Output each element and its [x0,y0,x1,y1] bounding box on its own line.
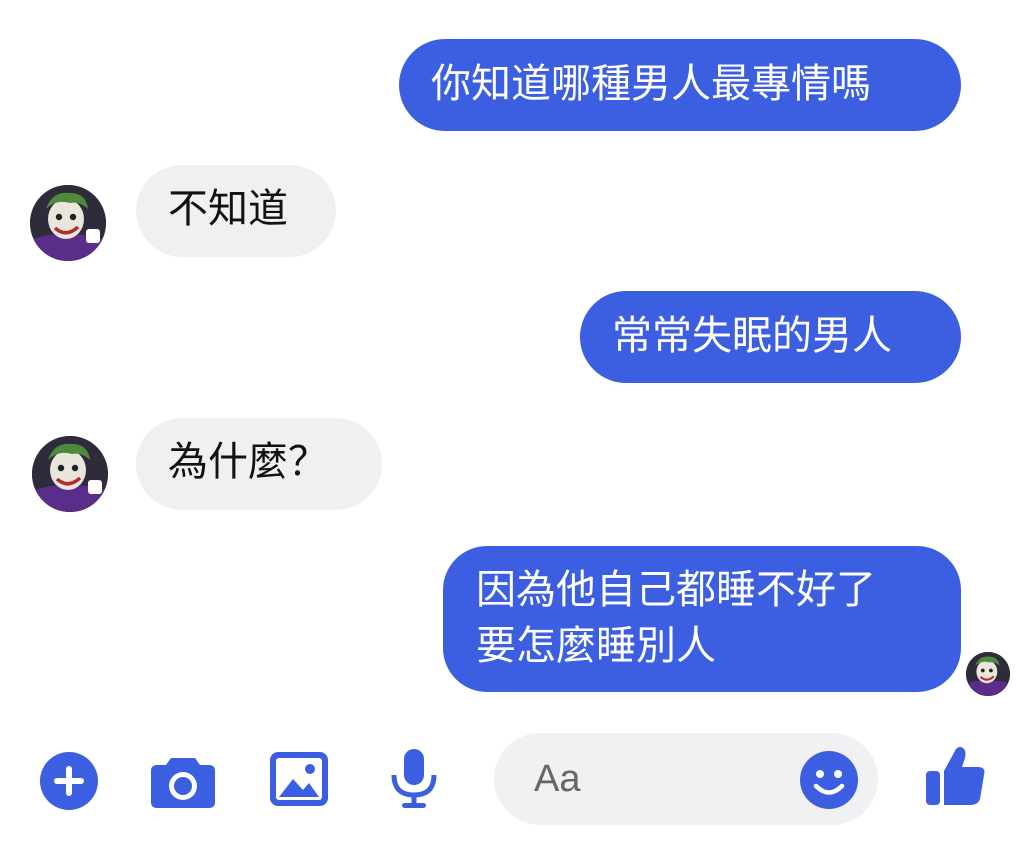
message-text-line: 因為他自己都睡不好了 [476,567,876,613]
joker-avatar-icon[interactable] [30,185,106,261]
incoming-message-bubble[interactable]: 不知道 [136,165,336,257]
incoming-message-bubble[interactable]: 為什麼？ [136,418,382,510]
message-text: 為什麼？ [168,439,328,485]
camera-icon[interactable] [151,754,215,808]
smiley-icon[interactable] [800,751,858,809]
outgoing-message-bubble[interactable]: 常常失眠的男人 [580,291,961,383]
microphone-icon[interactable] [390,749,438,809]
message-text: 你知道哪種男人最專情嗎 [431,61,871,107]
plus-icon[interactable] [40,752,98,810]
message-composer[interactable] [494,733,878,825]
message-text-line: 要怎麼睡別人 [476,623,716,669]
image-icon[interactable] [270,752,328,806]
joker-avatar-icon[interactable] [32,436,108,512]
outgoing-message-bubble[interactable]: 因為他自己都睡不好了 要怎麼睡別人 [443,546,961,692]
message-text: 常常失眠的男人 [612,313,892,359]
message-text: 不知道 [168,186,288,232]
outgoing-message-bubble[interactable]: 你知道哪種男人最專情嗎 [399,39,961,131]
message-input[interactable] [534,755,784,803]
read-receipt-avatar-icon [966,652,1010,696]
thumbs-up-icon[interactable] [926,745,986,807]
chat-screen: 你知道哪種男人最專情嗎 不知道 常常失眠的男人 為什麼？ 因為他自己都睡不好了 … [0,0,1024,861]
